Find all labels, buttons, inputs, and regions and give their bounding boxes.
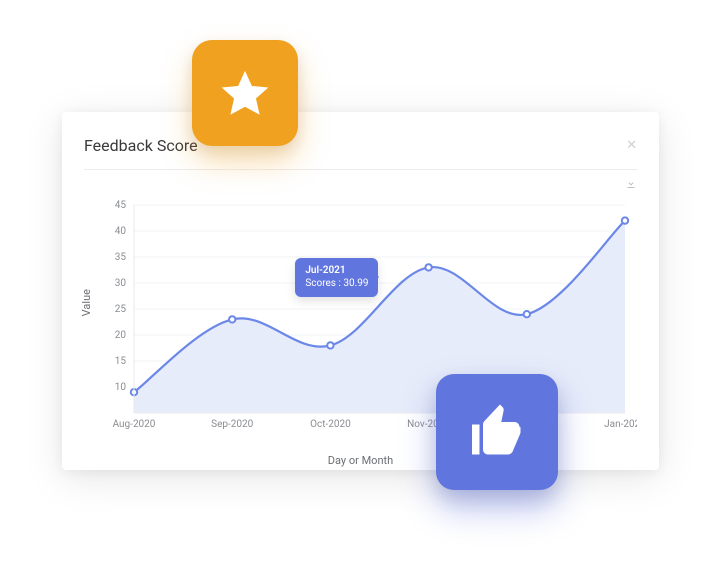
tooltip-title: Jul-2021: [305, 264, 368, 278]
download-icon[interactable]: [625, 178, 637, 193]
svg-text:Sep-2020: Sep-2020: [211, 419, 253, 430]
svg-text:15: 15: [115, 356, 127, 367]
thumb-badge: [436, 374, 558, 490]
svg-text:Aug-2020: Aug-2020: [113, 419, 156, 430]
x-axis-label: Day or Month: [328, 454, 393, 467]
page-container: Feedback Score ✕ Value Day or Month 10 15…: [0, 0, 720, 568]
svg-text:10: 10: [115, 382, 127, 393]
svg-text:40: 40: [115, 226, 127, 237]
svg-text:25: 25: [115, 304, 127, 315]
star-icon: [217, 65, 273, 121]
svg-text:20: 20: [115, 330, 127, 341]
svg-text:Oct-2020: Oct-2020: [310, 419, 351, 430]
svg-text:35: 35: [115, 252, 127, 263]
card-title: Feedback Score: [84, 136, 198, 155]
chart-tooltip: Jul-2021 Scores : 30.99: [295, 258, 378, 297]
star-badge: [192, 40, 298, 146]
svg-text:30: 30: [115, 278, 127, 289]
svg-text:45: 45: [115, 200, 127, 211]
svg-text:Jan-2021: Jan-2021: [604, 419, 637, 430]
card-header: Feedback Score ✕: [84, 136, 637, 170]
close-icon[interactable]: ✕: [626, 138, 637, 153]
y-axis-label: Value: [80, 289, 93, 316]
thumbs-up-icon: [467, 402, 527, 462]
feedback-card: Feedback Score ✕ Value Day or Month 10 15…: [62, 112, 659, 470]
tooltip-value: Scores : 30.99: [305, 277, 368, 291]
toolbar-row: [84, 170, 637, 193]
